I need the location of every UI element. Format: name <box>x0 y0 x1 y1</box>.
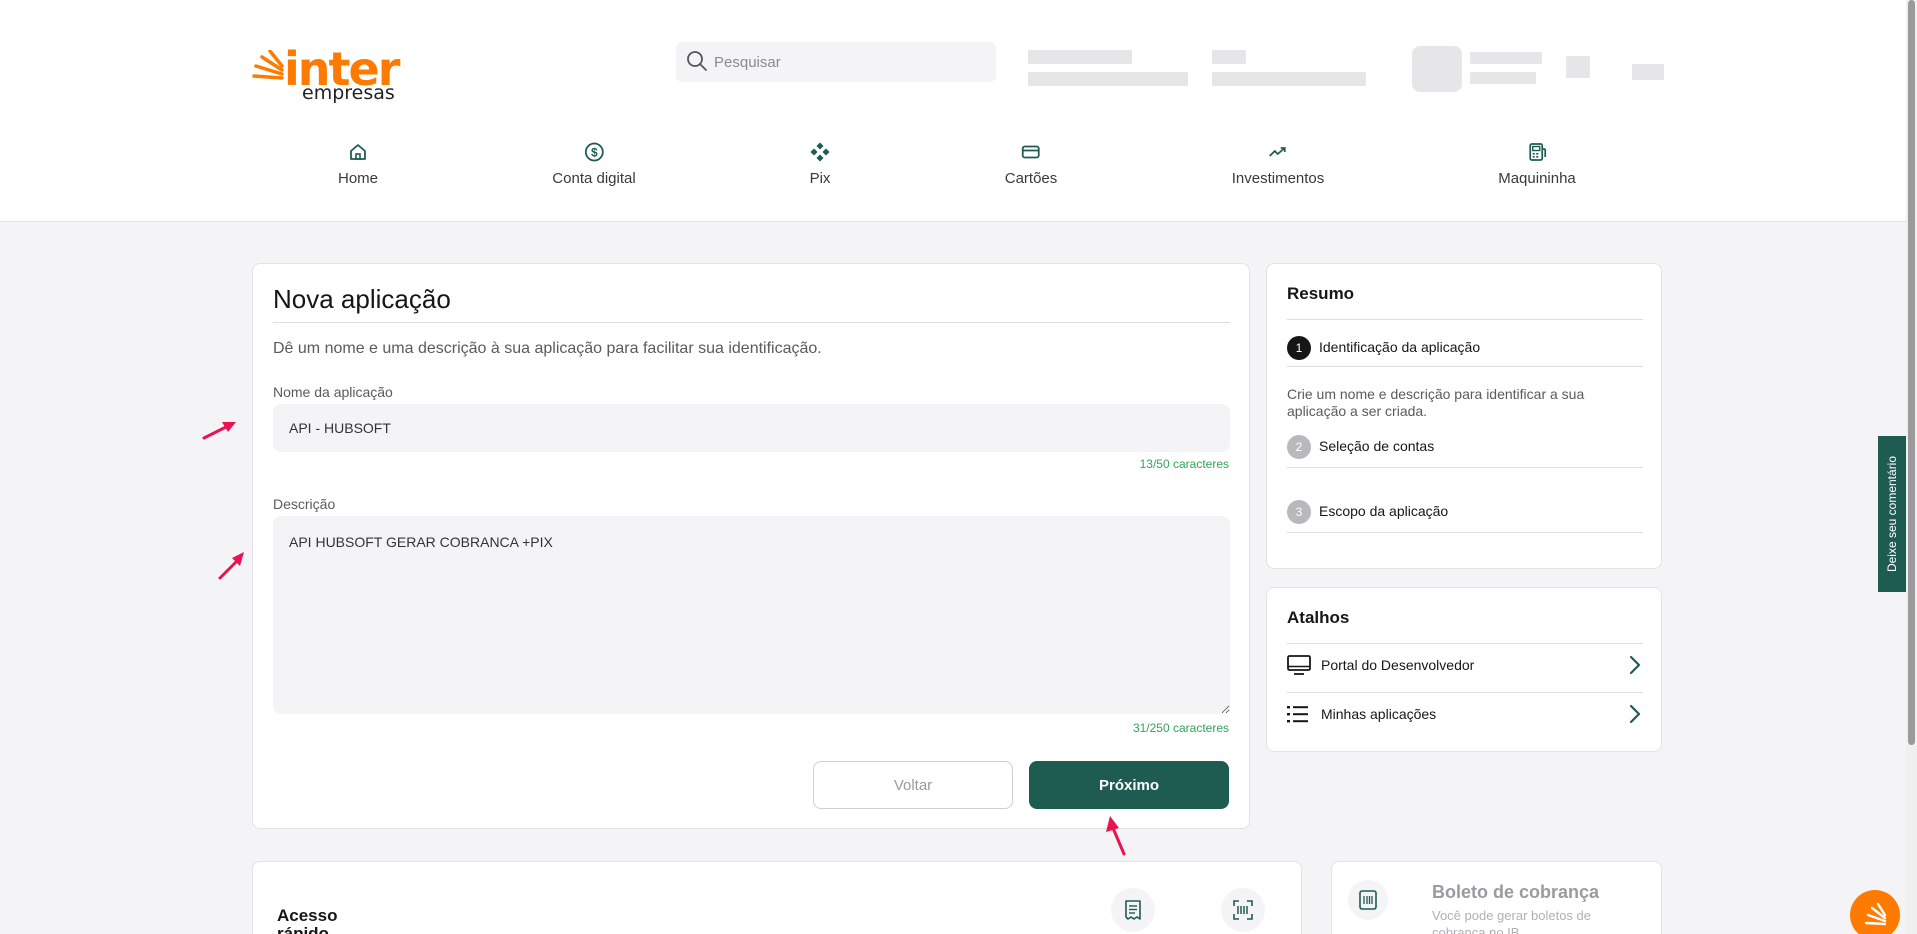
main-nav: Home $ Conta digital Pix Cartões Investi… <box>250 140 1666 200</box>
summary-card: Resumo 1 Identificação da aplicação Crie… <box>1266 263 1662 569</box>
description-counter: 31/250 caracteres <box>1132 721 1229 735</box>
list-icon <box>1287 706 1308 723</box>
nav-label: Cartões <box>1004 170 1058 187</box>
logo-sub-text: empresas <box>302 82 395 104</box>
nav-item-conta-digital[interactable]: $ Conta digital <box>552 140 636 187</box>
dollar-circle-icon: $ <box>584 142 604 162</box>
boleto-promo-card[interactable]: Boleto de cobrança Você pode gerar bolet… <box>1331 861 1662 934</box>
page-title: Nova aplicação <box>273 284 451 314</box>
divider <box>1287 643 1643 644</box>
step-label: Identificação da aplicação <box>1319 339 1481 355</box>
app-name-label: Nome da aplicação <box>273 384 393 400</box>
nav-item-cartoes[interactable]: Cartões <box>1004 140 1058 187</box>
form-intro-text: Dê um nome e uma descrição à sua aplicaç… <box>273 340 822 357</box>
nav-label: Conta digital <box>552 170 636 187</box>
pos-terminal-icon <box>1529 143 1546 161</box>
receipt-icon <box>1125 900 1141 920</box>
nav-label: Investimentos <box>1231 170 1325 187</box>
search-icon <box>687 51 707 71</box>
divider <box>1287 319 1643 320</box>
page-scrollbar[interactable] <box>1906 0 1917 934</box>
shortcuts-card: Atalhos Portal do Desenvolvedor Minhas a… <box>1266 587 1662 752</box>
divider <box>1287 692 1643 693</box>
boleto-title: Boleto de cobrança <box>1432 882 1600 902</box>
step-number-badge: 1 <box>1287 336 1311 360</box>
card-icon <box>1022 145 1040 159</box>
home-icon <box>350 144 366 160</box>
shortcut-label: Portal do Desenvolvedor <box>1321 657 1475 673</box>
boleto-description: Você pode gerar boletos de cobrança no I… <box>1432 908 1592 934</box>
nav-label: Pix <box>809 170 831 187</box>
nav-item-investimentos[interactable]: Investimentos <box>1231 140 1325 187</box>
nav-label: Maquininha <box>1498 170 1576 187</box>
annotation-arrow-icon <box>1106 816 1126 856</box>
pix-icon <box>810 142 830 162</box>
sun-rays-icon <box>1864 902 1887 926</box>
chat-assistant-button[interactable] <box>1850 890 1900 934</box>
divider <box>1287 467 1643 468</box>
step-number-badge: 3 <box>1287 500 1311 524</box>
next-button[interactable]: Próximo <box>1029 761 1229 809</box>
shortcuts-title: Atalhos <box>1287 608 1350 627</box>
app-name-counter: 13/50 caracteres <box>1139 457 1229 471</box>
shortcut-minhas-aplicacoes[interactable]: Minhas aplicações <box>1287 694 1643 734</box>
description-textarea[interactable]: API HUBSOFT GERAR COBRANCA +PIX <box>273 516 1230 714</box>
sun-rays-icon <box>252 50 284 80</box>
step-label: Escopo da aplicação <box>1319 503 1449 519</box>
shortcut-label: Minhas aplicações <box>1321 706 1437 722</box>
nav-item-home[interactable]: Home <box>338 140 378 187</box>
scrollbar-thumb[interactable] <box>1908 0 1915 745</box>
new-application-card: Nova aplicação Dê um nome e uma descriçã… <box>252 263 1250 829</box>
search-box[interactable] <box>676 42 996 82</box>
boleto-icon-wrapper <box>1348 880 1388 920</box>
summary-title: Resumo <box>1287 284 1355 303</box>
title-divider <box>273 322 1230 323</box>
app-name-input[interactable] <box>273 404 1230 452</box>
feedback-label: Deixe seu comentário <box>1885 455 1899 573</box>
step-number-badge: 2 <box>1287 435 1311 459</box>
divider <box>1287 366 1643 367</box>
annotation-arrow-icon <box>218 552 244 580</box>
quick-access-card: Acesso rápido <box>252 861 1302 934</box>
quick-access-barcode-button[interactable] <box>1221 888 1265 932</box>
top-header: inter empresas Home $ <box>0 0 1906 222</box>
nav-label: Home <box>337 170 379 187</box>
monitor-icon <box>1287 655 1311 675</box>
chevron-right-icon <box>1629 704 1641 724</box>
divider <box>1287 532 1643 533</box>
inter-empresas-logo[interactable]: inter empresas <box>250 42 400 108</box>
barcode-scan-icon <box>1233 900 1253 920</box>
document-barcode-icon <box>1359 890 1377 910</box>
back-button[interactable]: Voltar <box>813 761 1013 809</box>
quick-access-boleto-button[interactable] <box>1111 888 1155 932</box>
search-input[interactable] <box>714 42 984 82</box>
step-label: Seleção de contas <box>1319 438 1435 454</box>
svg-text:$: $ <box>591 146 598 160</box>
quick-access-title: Acesso rápido <box>277 906 338 934</box>
annotation-arrow-icon <box>202 422 236 440</box>
chevron-right-icon <box>1629 655 1641 675</box>
trend-up-icon <box>1269 147 1286 157</box>
nav-item-maquininha[interactable]: Maquininha <box>1498 140 1576 187</box>
step-description: Crie um nome e descrição para identifica… <box>1287 386 1585 419</box>
feedback-tab[interactable]: Deixe seu comentário <box>1878 436 1906 592</box>
nav-item-pix[interactable]: Pix <box>808 140 832 187</box>
shortcut-portal-desenvolvedor[interactable]: Portal do Desenvolvedor <box>1287 645 1643 685</box>
description-label: Descrição <box>273 496 336 512</box>
